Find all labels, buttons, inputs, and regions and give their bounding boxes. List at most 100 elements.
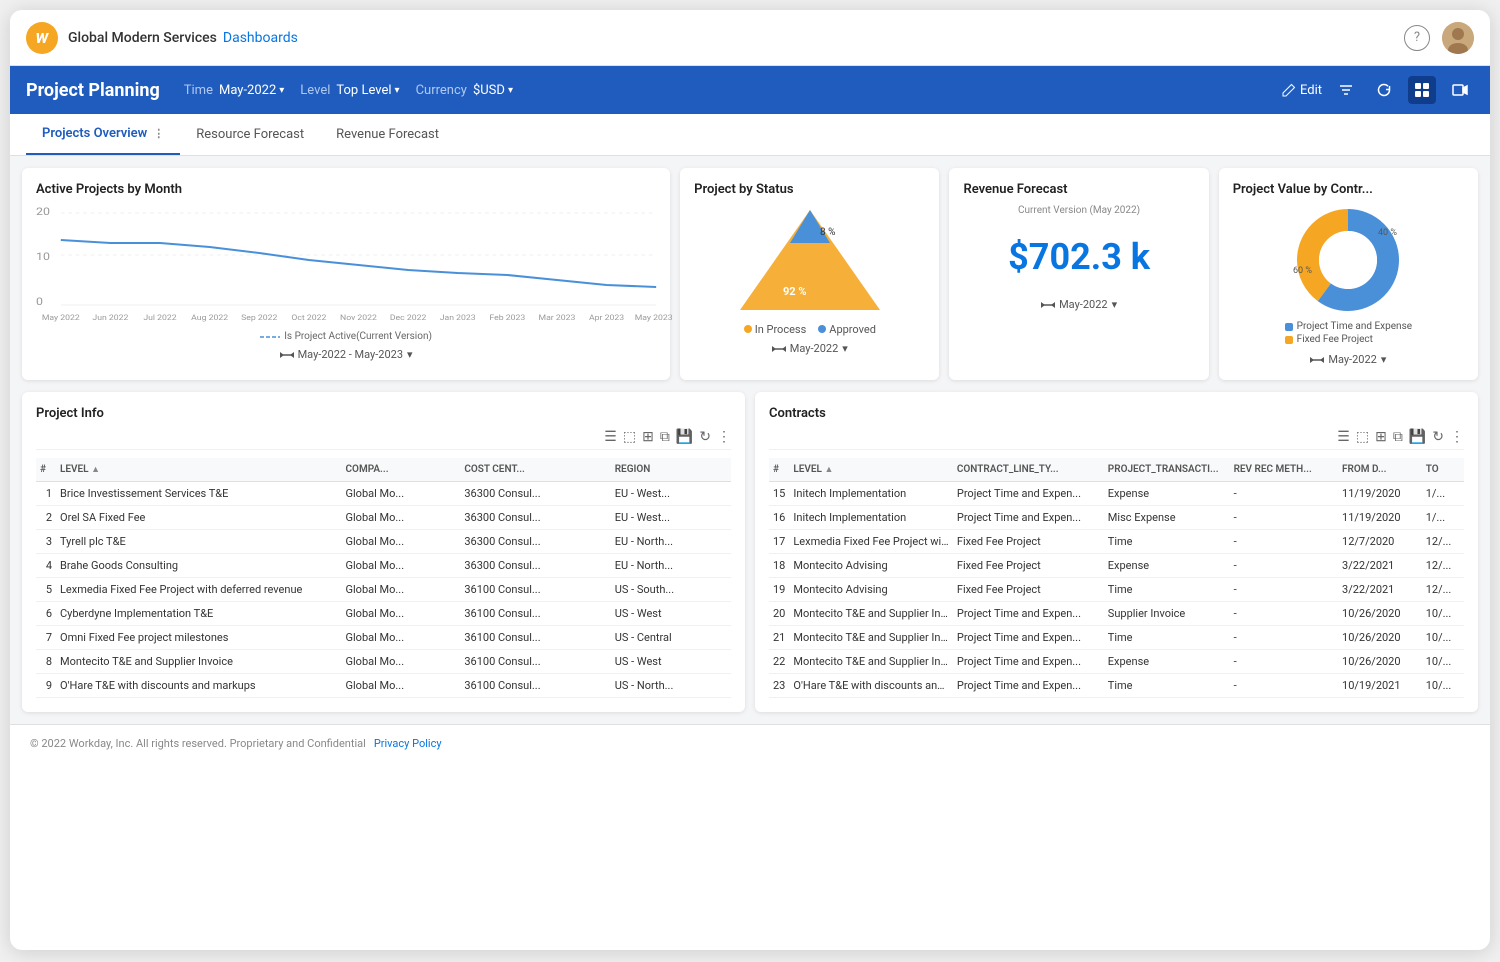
table-row[interactable]: 5 Lexmedia Fixed Fee Project with deferr…: [36, 578, 731, 602]
table-row[interactable]: 20 Montecito T&E and Supplier Invoice Pr…: [769, 602, 1464, 626]
export-contracts-icon[interactable]: ⬚: [1356, 429, 1369, 445]
table-row[interactable]: 3 Tyrell plc T&E Global Mo... 36300 Cons…: [36, 530, 731, 554]
col-level[interactable]: LEVEL ▲: [56, 458, 342, 482]
refresh-contracts-icon[interactable]: ↻: [1432, 429, 1444, 445]
project-info-title: Project Info: [36, 406, 731, 421]
status-filter[interactable]: May-2022 ▾: [772, 342, 848, 355]
time-filter-value[interactable]: May-2022 ▾: [219, 83, 284, 98]
approved-dot: [818, 325, 826, 333]
revenue-forecast-title: Revenue Forecast: [963, 182, 1194, 197]
col-company[interactable]: COMPA...: [342, 458, 461, 482]
refresh-icon-button[interactable]: [1370, 76, 1398, 104]
table-row[interactable]: 6 Cyberdyne Implementation T&E Global Mo…: [36, 602, 731, 626]
col-from-date[interactable]: FROM D...: [1338, 458, 1422, 482]
col-cost-center[interactable]: COST CENT...: [460, 458, 610, 482]
svg-text:92 %: 92 %: [783, 285, 807, 298]
col-contract-num: #: [769, 458, 789, 482]
svg-text:Jun 2022: Jun 2022: [92, 314, 129, 322]
header-bar: Project Planning Time May-2022 ▾ Level T…: [10, 66, 1490, 114]
expand-contracts-icon[interactable]: ⊞: [1375, 429, 1387, 445]
currency-filter-value[interactable]: $USD ▾: [473, 83, 513, 98]
revenue-subtitle: Current Version (May 2022): [963, 205, 1194, 216]
svg-text:10: 10: [36, 251, 50, 263]
currency-chevron-icon: ▾: [508, 85, 513, 96]
svg-text:Feb 2023: Feb 2023: [489, 314, 525, 322]
copyright-text: © 2022 Workday, Inc. All rights reserved…: [30, 737, 366, 750]
save-contracts-icon[interactable]: 💾: [1409, 429, 1426, 445]
table-row[interactable]: 15 Initech Implementation Project Time a…: [769, 482, 1464, 506]
table-row[interactable]: 8 Montecito T&E and Supplier Invoice Glo…: [36, 650, 731, 674]
col-to[interactable]: TO: [1422, 458, 1464, 482]
chart-time-filter[interactable]: May-2022 - May-2023 ▾: [36, 348, 656, 361]
filter-table-icon[interactable]: ☰: [604, 429, 617, 445]
tab-projects-overview[interactable]: Projects Overview ⋮: [26, 114, 180, 155]
project-value-filter[interactable]: May-2022 ▾: [1310, 353, 1386, 366]
save-icon[interactable]: 💾: [676, 429, 693, 445]
tab-menu-icon[interactable]: ⋮: [153, 127, 164, 140]
svg-text:Aug 2022: Aug 2022: [191, 314, 229, 322]
level-filter: Level Top Level ▾: [300, 83, 399, 98]
donut-legend: Project Time and Expense Fixed Fee Proje…: [1285, 321, 1412, 347]
more-options-icon[interactable]: ⋮: [717, 429, 731, 445]
table-row[interactable]: 2 Orel SA Fixed Fee Global Mo... 36300 C…: [36, 506, 731, 530]
grid-view-button[interactable]: [1408, 76, 1436, 104]
level-chevron-icon: ▾: [395, 85, 400, 96]
table-row[interactable]: 4 Brahe Goods Consulting Global Mo... 36…: [36, 554, 731, 578]
project-status-card: Project by Status 8 % 92 %: [680, 168, 939, 380]
more-contracts-icon[interactable]: ⋮: [1450, 429, 1464, 445]
charts-row: Active Projects by Month 20 10 0: [22, 168, 1478, 380]
dashboards-link[interactable]: Dashboards: [223, 30, 298, 46]
currency-filter: Currency $USD ▾: [416, 83, 513, 98]
col-project-trans[interactable]: PROJECT_TRANSACTI...: [1104, 458, 1230, 482]
svg-text:Jan 2023: Jan 2023: [440, 314, 476, 322]
export-icon[interactable]: ⬚: [623, 429, 636, 445]
refresh-table-icon[interactable]: ↻: [699, 429, 711, 445]
filter-contracts-icon[interactable]: ☰: [1337, 429, 1350, 445]
expand-icon[interactable]: ⊞: [642, 429, 654, 445]
svg-text:Mar 2023: Mar 2023: [539, 314, 576, 322]
privacy-policy-link[interactable]: Privacy Policy: [374, 737, 442, 750]
edit-button[interactable]: Edit: [1282, 83, 1322, 98]
svg-text:20: 20: [36, 206, 50, 218]
table-row[interactable]: 21 Montecito T&E and Supplier Invoice Pr…: [769, 626, 1464, 650]
table-row[interactable]: 7 Omni Fixed Fee project milestones Glob…: [36, 626, 731, 650]
contracts-table: # LEVEL ▲ CONTRACT_LINE_TY... PROJECT_TR…: [769, 458, 1464, 698]
contracts-card: Contracts ☰ ⬚ ⊞ ⧉ 💾 ↻ ⋮ # LEVEL ▲ CO: [755, 392, 1478, 712]
video-icon-button[interactable]: [1446, 76, 1474, 104]
tab-revenue-forecast[interactable]: Revenue Forecast: [320, 114, 455, 155]
svg-text:Nov 2022: Nov 2022: [340, 314, 378, 322]
table-row[interactable]: 1 Brice Investissement Services T&E Glob…: [36, 482, 731, 506]
col-num: #: [36, 458, 56, 482]
col-rev-rec[interactable]: REV REC METH...: [1230, 458, 1338, 482]
filter-icon-button[interactable]: [1332, 76, 1360, 104]
nav-right: ?: [1404, 22, 1474, 54]
project-info-card: Project Info ☰ ⬚ ⊞ ⧉ 💾 ↻ ⋮ # LEVEL ▲: [22, 392, 745, 712]
col-contract-type[interactable]: CONTRACT_LINE_TY...: [953, 458, 1104, 482]
svg-text:Sep 2022: Sep 2022: [241, 314, 278, 322]
project-te-dot: [1285, 323, 1293, 331]
table-row[interactable]: 23 O'Hare T&E with discounts and markups…: [769, 674, 1464, 698]
revenue-filter[interactable]: May-2022 ▾: [963, 298, 1194, 311]
status-legend: In Process Approved: [744, 323, 876, 336]
col-contract-level[interactable]: LEVEL ▲: [789, 458, 953, 482]
col-region[interactable]: REGION: [611, 458, 731, 482]
table-row[interactable]: 9 O'Hare T&E with discounts and markups …: [36, 674, 731, 698]
svg-text:40 %: 40 %: [1378, 228, 1397, 238]
status-chart: 8 % 92 % In Process Approved May-2022 ▾: [694, 205, 925, 355]
table-row[interactable]: 16 Initech Implementation Project Time a…: [769, 506, 1464, 530]
copy-icon[interactable]: ⧉: [660, 429, 670, 445]
table-row[interactable]: 17 Lexmedia Fixed Fee Project with defer…: [769, 530, 1464, 554]
donut-chart: 60 % 40 % Project Time and Expense Fixed…: [1233, 205, 1464, 366]
tab-resource-forecast[interactable]: Resource Forecast: [180, 114, 320, 155]
company-name: Global Modern Services: [68, 30, 217, 46]
help-icon[interactable]: ?: [1404, 25, 1430, 51]
user-avatar[interactable]: [1442, 22, 1474, 54]
copy-contracts-icon[interactable]: ⧉: [1393, 429, 1403, 445]
tables-row: Project Info ☰ ⬚ ⊞ ⧉ 💾 ↻ ⋮ # LEVEL ▲: [22, 392, 1478, 712]
table-row[interactable]: 18 Montecito Advising Fixed Fee Project …: [769, 554, 1464, 578]
level-filter-value[interactable]: Top Level ▾: [336, 83, 399, 98]
table-row[interactable]: 22 Montecito T&E and Supplier Invoice Pr…: [769, 650, 1464, 674]
project-value-title: Project Value by Contr...: [1233, 182, 1464, 197]
top-nav: w Global Modern Services Dashboards ?: [10, 10, 1490, 66]
table-row[interactable]: 19 Montecito Advising Fixed Fee Project …: [769, 578, 1464, 602]
